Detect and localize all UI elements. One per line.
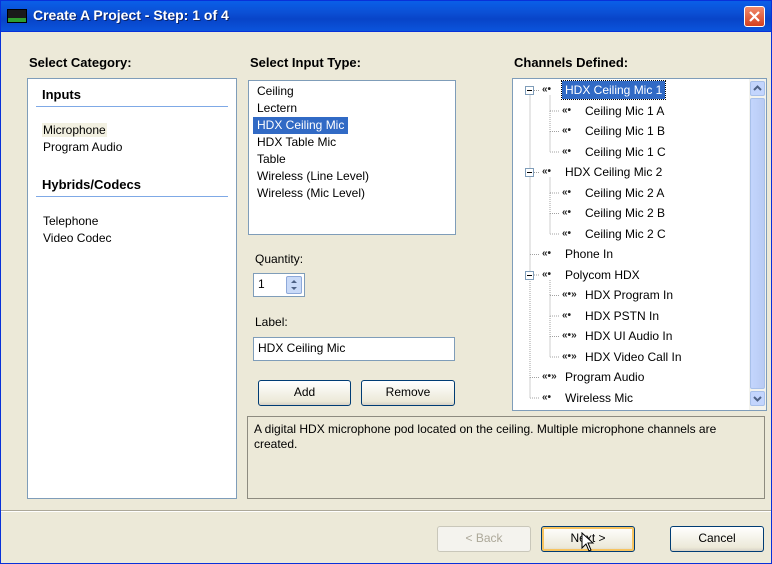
title-bar[interactable]: Create A Project - Step: 1 of 4 [1,1,771,32]
audio-channel-icon: «• [562,145,572,157]
remove-button[interactable]: Remove [361,380,455,406]
quantity-value: 1 [258,277,265,291]
category-item-program-audio[interactable]: Program Audio [42,140,123,154]
divider [36,196,228,197]
mouse-cursor-icon [581,532,595,552]
tree-node[interactable]: «• Ceiling Mic 2 A [513,184,747,204]
tree-node-label[interactable]: Program Audio [562,368,647,386]
select-input-type-header: Select Input Type: [250,55,361,70]
spin-buttons[interactable] [286,276,302,294]
input-type-item-lectern[interactable]: Lectern [253,100,301,117]
window-title: Create A Project - Step: 1 of 4 [33,7,229,23]
category-panel: Inputs Microphone Program Audio Hybrids/… [27,78,237,499]
audio-channel-icon: «• [562,104,572,116]
divider [1,511,771,512]
channels-tree[interactable]: «• HDX Ceiling Mic 1 «• Ceiling Mic 1 A «• Ce… [512,78,767,411]
category-group-hybrids-codecs: Hybrids/Codecs [42,177,141,192]
tree-node-label[interactable]: Ceiling Mic 2 C [582,225,669,243]
tree-node-label[interactable]: Ceiling Mic 2 B [582,204,668,222]
quantity-stepper[interactable]: 1 [253,273,305,297]
input-type-item-table[interactable]: Table [253,151,290,168]
create-project-dialog: Create A Project - Step: 1 of 4 Select C… [0,0,772,564]
vertical-scrollbar[interactable] [749,79,766,410]
tree-node-label[interactable]: HDX Video Call In [582,348,685,366]
tree-node[interactable]: «• HDX PSTN In [513,307,747,327]
tree-node-label[interactable]: HDX PSTN In [582,307,662,325]
audio-channel-icon: «• [542,268,552,280]
tree-node-label[interactable]: HDX UI Audio In [582,327,675,345]
tree-node-label[interactable]: Polycom HDX [562,266,643,284]
input-type-item-ceiling[interactable]: Ceiling [253,83,298,100]
close-button[interactable] [744,6,765,27]
audio-channel-icon: «•» [562,289,577,300]
chevron-up-icon [753,85,762,91]
category-item-video-codec[interactable]: Video Codec [42,231,113,245]
audio-channel-icon: «• [562,309,572,321]
audio-channel-icon: «• [562,207,572,218]
tree-node[interactable]: «• Wireless Mic [513,389,747,409]
select-category-header: Select Category: [29,55,132,70]
tree-node[interactable]: «• Polycom HDX [513,266,747,286]
tree-node-label[interactable]: Ceiling Mic 1 A [582,102,667,120]
quantity-label: Quantity: [255,252,304,266]
app-icon [7,9,27,23]
input-type-item-hdx-ceiling-mic[interactable]: HDX Ceiling Mic [253,117,349,134]
scroll-thumb[interactable] [750,98,765,389]
collapse-toggle-icon[interactable] [525,86,534,95]
category-item-telephone[interactable]: Telephone [42,214,99,228]
tree-node-label[interactable]: Phone In [562,245,616,263]
label-input[interactable]: HDX Ceiling Mic [253,337,455,361]
tree-node[interactable]: «• Ceiling Mic 1 A [513,102,747,122]
audio-channel-icon: «• [542,248,552,259]
audio-channel-icon: «•» [542,371,557,382]
input-type-list[interactable]: Ceiling Lectern HDX Ceiling Mic HDX Tabl… [248,80,456,235]
channels-defined-header: Channels Defined: [514,55,629,70]
back-button[interactable]: < Back [437,526,531,552]
audio-channel-icon: «•» [562,350,577,362]
divider [36,106,228,107]
cancel-button[interactable]: Cancel [670,526,764,552]
scroll-up-button[interactable] [750,81,765,96]
audio-channel-icon: «• [562,186,572,198]
tree-node-label[interactable]: Ceiling Mic 2 A [582,184,667,202]
audio-channel-icon: «• [542,166,552,177]
spin-arrows-icon [291,280,297,290]
description-box: A digital HDX microphone pod located on … [247,416,765,499]
label-field-label: Label: [255,315,288,329]
audio-channel-icon: «• [562,125,572,136]
tree-node[interactable]: «•» HDX UI Audio In [513,327,747,347]
tree-node[interactable]: «• HDX Ceiling Mic 1 [513,80,747,101]
tree-node[interactable]: «• Ceiling Mic 2 B [513,204,747,224]
tree-node[interactable]: «• Ceiling Mic 2 C [513,225,747,245]
tree-node-label[interactable]: HDX Program In [582,286,676,304]
audio-channel-icon: «• [562,227,572,239]
tree-node-label[interactable]: HDX Ceiling Mic 1 [560,80,667,100]
tree-node-label[interactable]: HDX Ceiling Mic 2 [562,163,665,181]
category-item-microphone[interactable]: Microphone [42,123,107,137]
tree-node[interactable]: «• Ceiling Mic 1 C [513,143,747,163]
tree-node[interactable]: «• Ceiling Mic 1 B [513,122,747,142]
close-icon [749,11,760,22]
tree-node-label[interactable]: Wireless Mic [562,389,636,407]
audio-channel-icon: «•» [562,330,577,341]
audio-channel-icon: «• [542,391,552,403]
tree-node[interactable]: «•» Program Audio [513,368,747,388]
collapse-toggle-icon[interactable] [525,270,534,280]
tree-node[interactable]: «•» HDX Program In [513,286,747,306]
audio-channel-icon: «• [542,84,552,95]
input-type-item-wireless-mic[interactable]: Wireless (Mic Level) [253,185,369,202]
category-group-inputs: Inputs [42,87,81,102]
tree-node-label[interactable]: Ceiling Mic 1 B [582,122,668,140]
tree-node[interactable]: «• HDX Ceiling Mic 2 [513,163,747,183]
input-type-item-hdx-table-mic[interactable]: HDX Table Mic [253,134,340,151]
collapse-toggle-icon[interactable] [525,168,534,177]
scroll-down-button[interactable] [750,391,765,406]
chevron-down-icon [753,396,762,402]
tree-node-label[interactable]: Ceiling Mic 1 C [582,143,669,161]
input-type-item-wireless-line[interactable]: Wireless (Line Level) [253,168,373,185]
add-button[interactable]: Add [258,380,351,406]
tree-node[interactable]: «• Phone In [513,245,747,265]
tree-node[interactable]: «•» HDX Video Call In [513,348,747,368]
